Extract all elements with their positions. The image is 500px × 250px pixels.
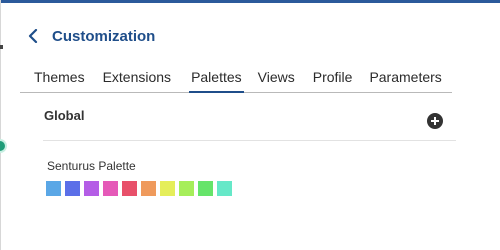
color-swatch bbox=[198, 181, 213, 196]
tab-parameters[interactable]: Parameters bbox=[369, 62, 441, 92]
tab-extensions[interactable]: Extensions bbox=[103, 62, 171, 92]
tab-bar: Themes Extensions Palettes Views Profile… bbox=[20, 62, 452, 93]
section-title: Global bbox=[44, 108, 85, 123]
page-header: Customization bbox=[28, 22, 155, 50]
color-swatch bbox=[84, 181, 99, 196]
page-title: Customization bbox=[52, 27, 156, 45]
tab-views[interactable]: Views bbox=[258, 62, 295, 92]
palette-name: Senturus Palette bbox=[47, 159, 136, 173]
section-divider bbox=[43, 140, 456, 141]
left-panel-divider bbox=[0, 0, 1, 250]
left-edge-tick bbox=[0, 45, 3, 49]
color-swatch bbox=[141, 181, 156, 196]
top-accent-bar bbox=[0, 0, 500, 3]
color-swatch bbox=[103, 181, 118, 196]
chevron-left-icon[interactable] bbox=[28, 22, 46, 50]
color-swatch bbox=[122, 181, 137, 196]
color-swatch bbox=[65, 181, 80, 196]
color-swatch bbox=[217, 181, 232, 196]
tab-palettes[interactable]: Palettes bbox=[189, 62, 244, 93]
color-swatch bbox=[46, 181, 61, 196]
color-swatch bbox=[179, 181, 194, 196]
plus-circle-icon[interactable] bbox=[427, 113, 443, 129]
palette-swatches[interactable] bbox=[46, 181, 236, 196]
color-swatch bbox=[160, 181, 175, 196]
tab-themes[interactable]: Themes bbox=[34, 62, 85, 92]
tab-profile[interactable]: Profile bbox=[313, 62, 353, 92]
panel-edge-handle[interactable] bbox=[0, 139, 7, 153]
